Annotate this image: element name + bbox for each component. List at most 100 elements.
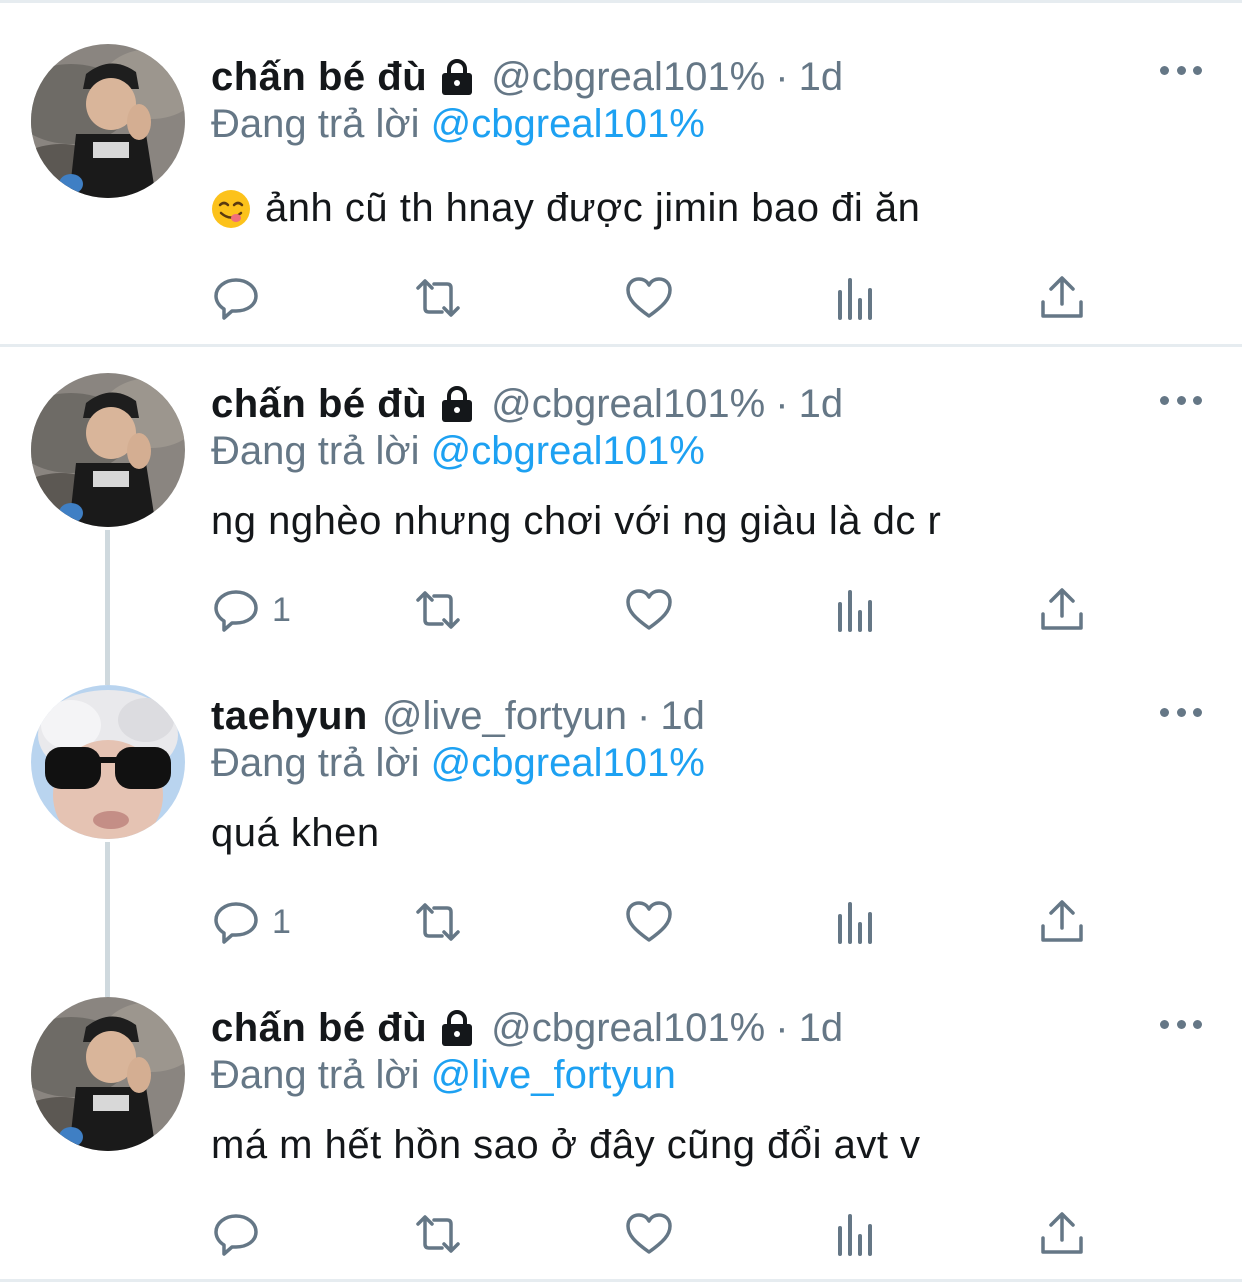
replying-to: Đang trả lời @cbgreal101% — [211, 429, 705, 474]
lock-icon — [442, 59, 473, 95]
replying-prefix: Đang trả lời — [211, 102, 420, 146]
username[interactable]: @cbgreal101% — [491, 1006, 765, 1051]
bar-chart-icon — [838, 1214, 872, 1256]
action-bar: 1 — [212, 585, 1092, 635]
replying-to: Đang trả lời @live_fortyun — [211, 1053, 676, 1098]
more-options-button[interactable] — [1160, 1017, 1202, 1031]
bar-chart-icon — [838, 902, 872, 944]
reply-button[interactable]: 1 — [212, 897, 291, 947]
more-options-button[interactable] — [1160, 705, 1202, 719]
share-upload-icon — [1041, 588, 1083, 630]
tweet-body: ảnh cũ th hnay được jimin bao đi ăn — [265, 186, 921, 230]
avatar[interactable] — [31, 685, 185, 839]
display-name[interactable]: chấn bé đù — [211, 55, 427, 100]
heart-icon — [626, 1213, 672, 1254]
tweet-header: taehyun @live_fortyun · 1d — [211, 691, 705, 741]
timestamp[interactable]: 1d — [660, 694, 705, 739]
mention-link[interactable]: @cbgreal101% — [431, 429, 705, 473]
tweet[interactable]: chấn bé đù @cbgreal101% · 1d Đang trả lờ… — [0, 969, 1242, 1284]
like-button[interactable] — [625, 273, 673, 323]
savoring-food-emoji-icon — [212, 189, 250, 228]
share-upload-icon — [1041, 900, 1083, 942]
share-button[interactable] — [1038, 897, 1086, 947]
speech-bubble-icon — [214, 1214, 258, 1256]
bar-chart-icon — [838, 278, 872, 320]
display-name[interactable]: chấn bé đù — [211, 382, 427, 427]
retweet-arrows-icon — [416, 903, 460, 941]
view-stats-button[interactable] — [834, 585, 882, 635]
more-options-button[interactable] — [1160, 63, 1202, 77]
heart-icon — [626, 901, 672, 942]
separator: · — [637, 693, 651, 738]
retweet-arrows-icon — [416, 1215, 460, 1253]
username[interactable]: @cbgreal101% — [491, 55, 765, 100]
timestamp[interactable]: 1d — [799, 55, 844, 100]
replying-prefix: Đang trả lời — [211, 1053, 420, 1097]
heart-icon — [626, 589, 672, 630]
avatar[interactable] — [31, 997, 185, 1151]
replying-to: Đang trả lời @cbgreal101% — [211, 741, 705, 786]
bar-chart-icon — [838, 590, 872, 632]
tweet-body: quá khen — [211, 811, 380, 855]
speech-bubble-icon — [214, 278, 258, 320]
dot-icon — [1193, 1019, 1202, 1029]
speech-bubble-icon — [214, 902, 258, 944]
tweet[interactable]: taehyun @live_fortyun · 1d Đang trả lời … — [0, 657, 1242, 969]
tweet-text: ảnh cũ th hnay được jimin bao đi ăn — [211, 186, 920, 231]
display-name[interactable]: taehyun — [211, 694, 368, 739]
view-stats-button[interactable] — [834, 897, 882, 947]
retweet-button[interactable] — [414, 1209, 462, 1259]
timestamp[interactable]: 1d — [799, 382, 844, 427]
share-button[interactable] — [1038, 1209, 1086, 1259]
like-button[interactable] — [625, 1209, 673, 1259]
dot-icon — [1176, 707, 1186, 717]
tweet-divider — [0, 1279, 1242, 1282]
tweet[interactable]: chấn bé đù @cbgreal101% · 1d Đang trả lờ… — [0, 10, 1242, 340]
tweet-body: ng nghèo nhưng chơi với ng giàu là dc r — [211, 499, 942, 543]
share-button[interactable] — [1038, 273, 1086, 323]
share-button[interactable] — [1038, 585, 1086, 635]
mention-link[interactable]: @cbgreal101% — [431, 741, 705, 785]
replying-to: Đang trả lời @cbgreal101% — [211, 102, 705, 147]
like-button[interactable] — [625, 585, 673, 635]
action-bar — [212, 1209, 1092, 1259]
replying-prefix: Đang trả lời — [211, 429, 420, 473]
reply-count: 1 — [272, 590, 291, 629]
lock-icon — [442, 1010, 473, 1046]
heart-icon — [626, 277, 672, 318]
view-stats-button[interactable] — [834, 273, 882, 323]
retweet-button[interactable] — [414, 585, 462, 635]
tweet-text: ng nghèo nhưng chơi với ng giàu là dc r — [211, 499, 941, 544]
dot-icon — [1193, 395, 1202, 405]
tweet-header: chấn bé đù @cbgreal101% · 1d — [211, 379, 843, 429]
action-bar — [212, 273, 1092, 323]
tweet[interactable]: chấn bé đù @cbgreal101% · 1d Đang trả lờ… — [0, 345, 1242, 657]
dot-icon — [1176, 395, 1186, 405]
dot-icon — [1160, 707, 1169, 717]
mention-link[interactable]: @live_fortyun — [431, 1053, 676, 1097]
reply-button[interactable] — [212, 1209, 272, 1259]
reply-button[interactable]: 1 — [212, 585, 291, 635]
replying-prefix: Đang trả lời — [211, 741, 420, 785]
view-stats-button[interactable] — [834, 1209, 882, 1259]
avatar[interactable] — [31, 44, 185, 198]
tweet-text: má m hết hồn sao ở đây cũng đổi avt v — [211, 1123, 921, 1168]
username[interactable]: @cbgreal101% — [491, 382, 765, 427]
retweet-button[interactable] — [414, 897, 462, 947]
username[interactable]: @live_fortyun — [382, 694, 627, 739]
more-options-button[interactable] — [1160, 393, 1202, 407]
display-name[interactable]: chấn bé đù — [211, 1006, 427, 1051]
reply-button[interactable] — [212, 273, 272, 323]
timestamp[interactable]: 1d — [799, 1006, 844, 1051]
tweet-header: chấn bé đù @cbgreal101% · 1d — [211, 1003, 843, 1053]
reply-count: 1 — [272, 902, 291, 941]
dot-icon — [1160, 65, 1169, 75]
top-divider — [0, 0, 1242, 3]
mention-link[interactable]: @cbgreal101% — [431, 102, 705, 146]
separator: · — [775, 381, 789, 426]
dot-icon — [1193, 65, 1202, 75]
like-button[interactable] — [625, 897, 673, 947]
tweet-text: quá khen — [211, 811, 380, 856]
avatar[interactable] — [31, 373, 185, 527]
retweet-button[interactable] — [414, 273, 462, 323]
